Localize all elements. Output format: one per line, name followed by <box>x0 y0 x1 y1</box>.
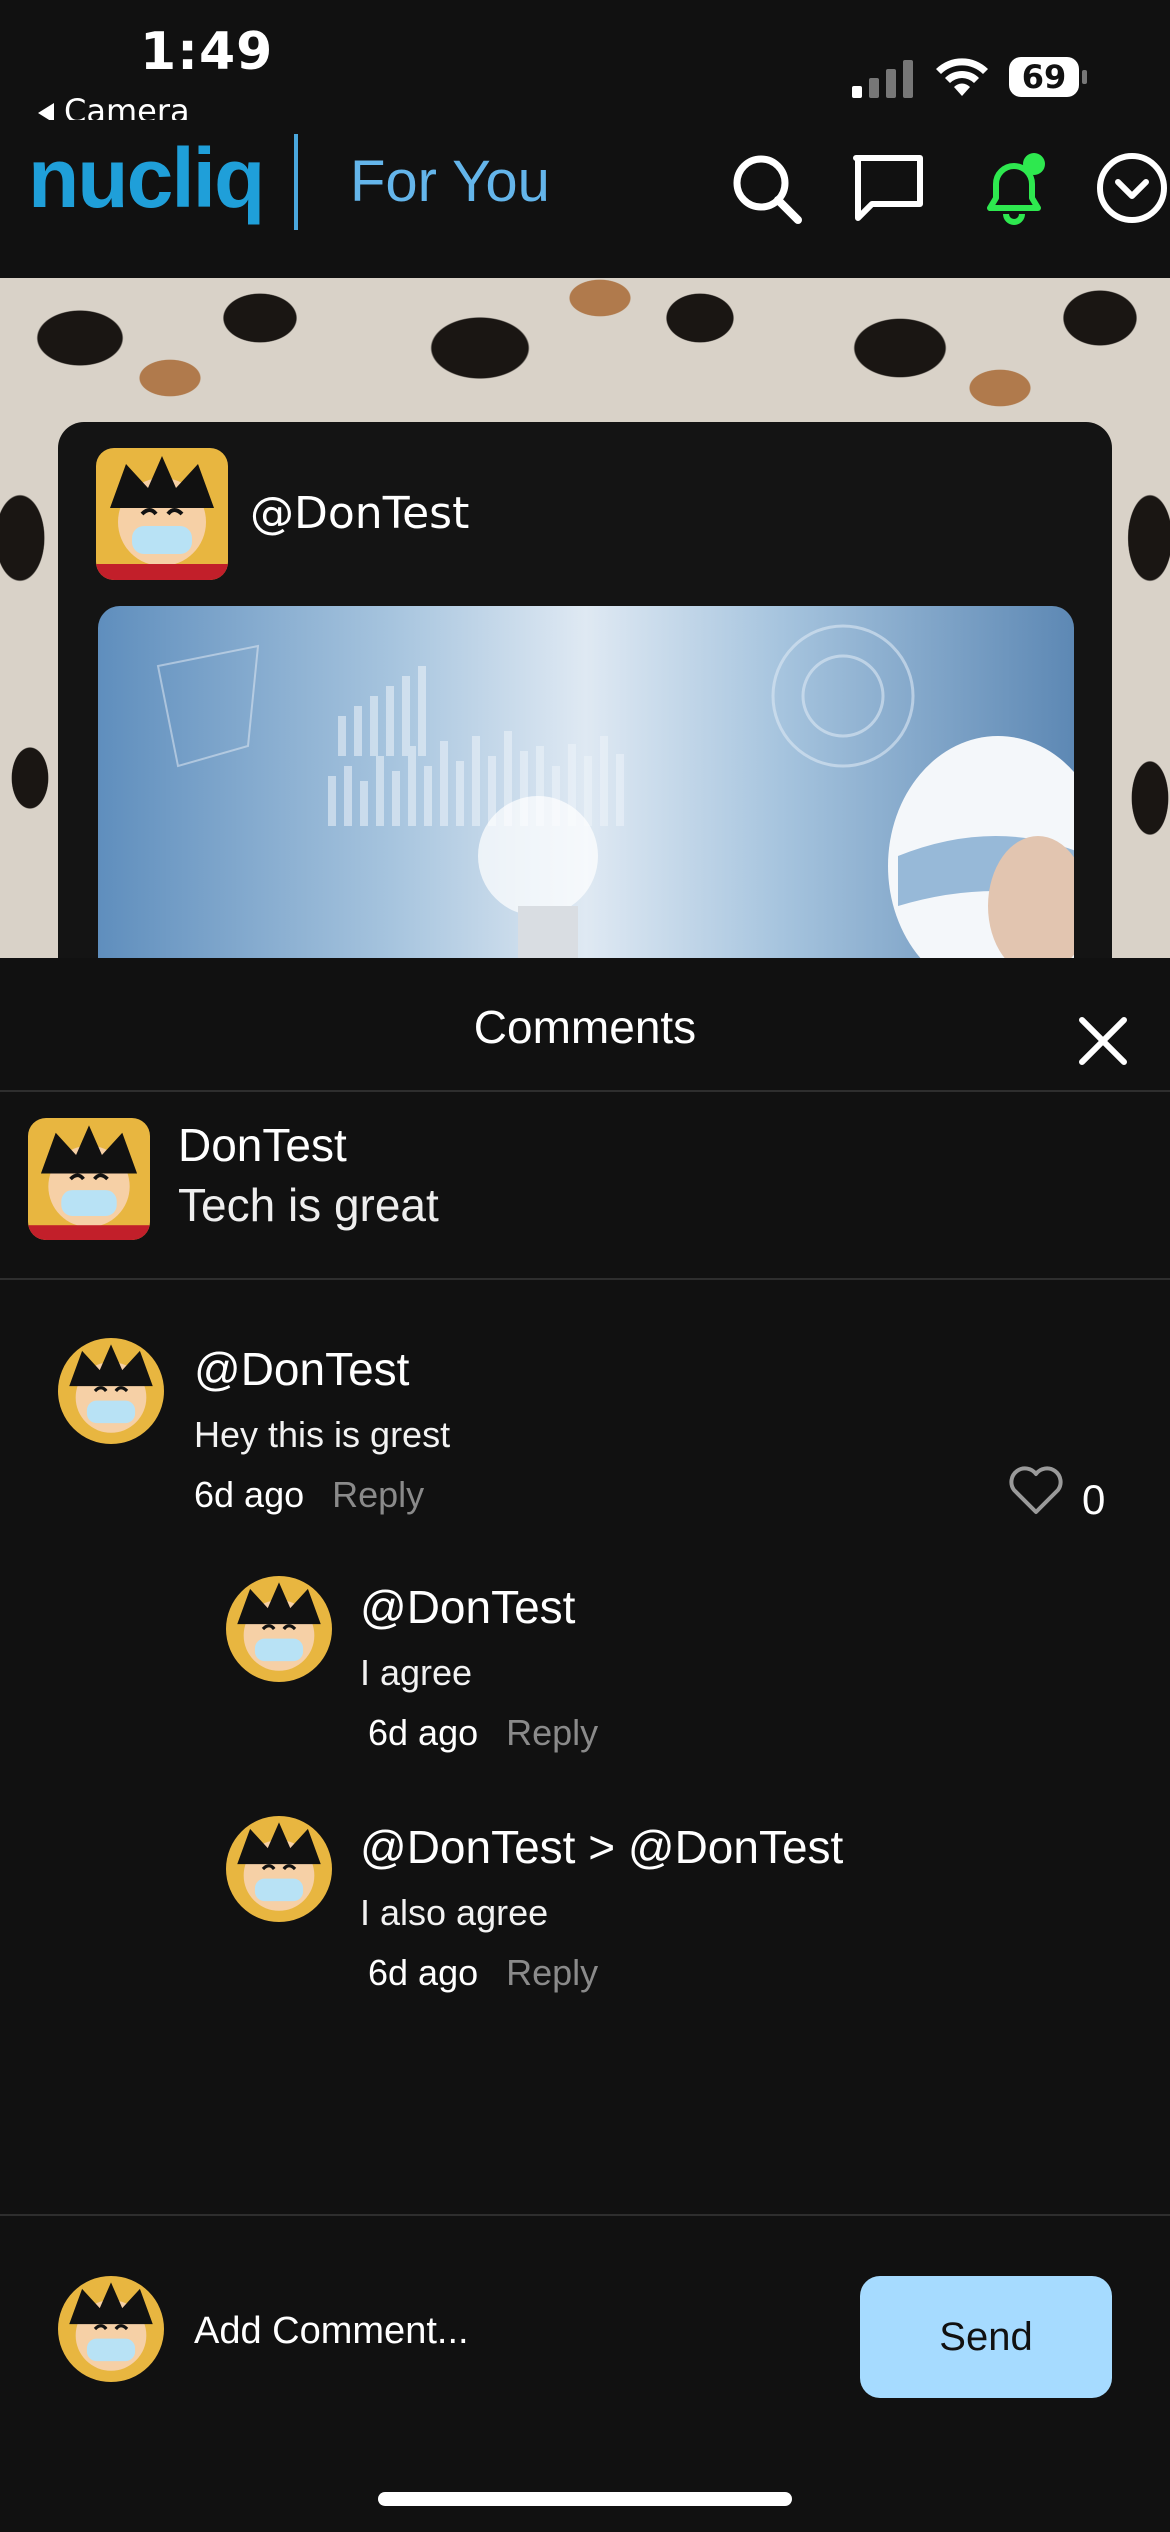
chat-icon[interactable] <box>850 150 926 226</box>
post-username[interactable]: @DonTest <box>250 488 469 539</box>
reply-avatar[interactable] <box>226 1816 332 1922</box>
reply-username[interactable]: @DonTest <box>360 1580 575 1634</box>
reply-time: 6d ago <box>368 1952 479 1993</box>
post-summary-avatar <box>28 1118 150 1240</box>
post-image[interactable] <box>98 606 1074 1006</box>
composer-avatar <box>58 2276 164 2382</box>
status-time: 1:49 <box>140 22 274 82</box>
battery-percent: 69 <box>1021 58 1067 96</box>
comment-avatar[interactable] <box>58 1338 164 1444</box>
comment-username[interactable]: @DonTest <box>194 1342 409 1396</box>
post-author-avatar[interactable] <box>96 448 228 580</box>
heart-icon[interactable] <box>1008 1464 1064 1516</box>
chevron-circle-icon[interactable] <box>1094 150 1170 226</box>
post-summary-caption: Tech is great <box>178 1179 439 1231</box>
reply-text: I agree <box>360 1652 473 1693</box>
reply-button[interactable]: Reply <box>506 1952 598 1993</box>
close-icon[interactable] <box>1072 1010 1134 1072</box>
comment-time: 6d ago <box>194 1474 305 1515</box>
feed-tab-for-you[interactable]: For You <box>350 148 550 215</box>
cellular-signal-icon <box>852 60 913 98</box>
nucliq-logo[interactable]: nucliq <box>28 130 265 227</box>
divider <box>0 2214 1170 2216</box>
search-icon[interactable] <box>728 150 804 226</box>
comments-title: Comments <box>473 1001 697 1053</box>
reply-button[interactable]: Reply <box>332 1474 424 1515</box>
bell-icon[interactable] <box>976 150 1052 226</box>
send-button[interactable]: Send <box>860 2276 1112 2398</box>
like-count: 0 <box>1082 1476 1106 1523</box>
reply-text: I also agree <box>360 1892 549 1933</box>
reply-time: 6d ago <box>368 1712 479 1753</box>
reply-button[interactable]: Reply <box>506 1712 598 1753</box>
comment-meta: 6d ago Reply <box>194 1474 424 1516</box>
post-summary-name: DonTest <box>178 1119 347 1171</box>
wifi-icon <box>936 58 988 96</box>
reply-meta: 6d ago Reply <box>368 1952 598 1994</box>
add-comment-input[interactable] <box>194 2306 814 2356</box>
reply-meta: 6d ago Reply <box>368 1712 598 1754</box>
home-indicator[interactable] <box>378 2492 792 2506</box>
reply-username[interactable]: @DonTest > @DonTest <box>360 1820 843 1874</box>
header-divider <box>294 134 298 230</box>
divider <box>0 1278 1170 1280</box>
status-bar: 1:49 Camera 69 <box>0 0 1170 130</box>
divider <box>0 1090 1170 1092</box>
comment-text: Hey this is grest <box>194 1414 451 1455</box>
battery-icon: 69 <box>1008 56 1088 98</box>
reply-avatar[interactable] <box>226 1576 332 1682</box>
